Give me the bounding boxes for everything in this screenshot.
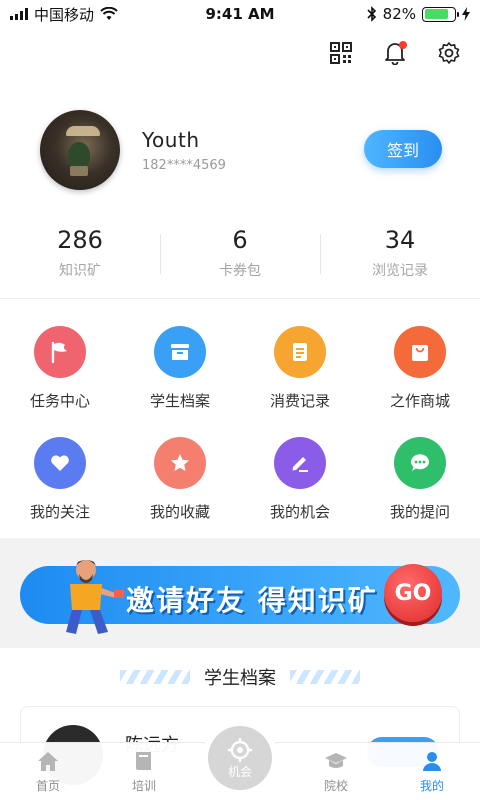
tab-label: 培训	[131, 779, 156, 793]
decorative-stripes	[290, 670, 360, 684]
section-heading: 学生档案	[0, 662, 480, 692]
shopping-bag-icon	[394, 326, 446, 378]
menu-label: 消费记录	[269, 392, 330, 410]
clock: 9:41 AM	[205, 5, 275, 23]
menu-item-consumption[interactable]: 消费记录	[240, 326, 360, 411]
inbox-icon	[154, 326, 206, 378]
decorative-stripes	[120, 670, 190, 684]
graduation-cap-icon	[325, 753, 347, 768]
home-icon	[38, 752, 58, 771]
menu-item-favorites[interactable]: 我的收藏	[120, 437, 240, 522]
header-actions	[328, 40, 462, 66]
bluetooth-icon	[367, 6, 376, 22]
user-icon	[423, 752, 441, 771]
stats-row: 286 知识矿 6 卡券包 34 浏览记录	[0, 226, 480, 286]
tab-label: 我的	[419, 779, 444, 793]
menu-item-following[interactable]: 我的关注	[0, 437, 120, 522]
chat-icon	[394, 437, 446, 489]
banner-text: 邀请好友 得知识矿	[126, 584, 378, 617]
section-title: 学生档案	[204, 668, 276, 689]
wifi-icon	[100, 7, 118, 20]
user-phone: 182****4569	[142, 157, 226, 173]
tab-home[interactable]: 首页	[0, 743, 96, 800]
stat-label: 浏览记录	[372, 263, 428, 279]
qr-code-icon[interactable]	[328, 40, 354, 66]
stat-value: 6	[232, 226, 248, 254]
stat-coupons[interactable]: 6 卡券包	[160, 226, 320, 286]
stat-history[interactable]: 34 浏览记录	[320, 226, 480, 286]
edit-icon	[274, 437, 326, 489]
menu-item-store[interactable]: 之作商城	[360, 326, 480, 411]
star-icon	[154, 437, 206, 489]
stat-value: 286	[57, 226, 103, 254]
menu-label: 任务中心	[29, 392, 90, 410]
tab-label: 机会	[227, 764, 252, 779]
signal-icon	[10, 8, 28, 20]
menu-item-questions[interactable]: 我的提问	[360, 437, 480, 522]
battery-icon	[422, 6, 459, 22]
target-icon	[228, 737, 252, 762]
stat-label: 知识矿	[59, 263, 101, 279]
menu-label: 之作商城	[389, 392, 450, 410]
menu-item-student-profile[interactable]: 学生档案	[120, 326, 240, 411]
status-bar: 中国移动 9:41 AM 82%	[0, 0, 480, 28]
user-name: Youth	[142, 127, 200, 152]
menu-item-tasks[interactable]: 任务中心	[0, 326, 120, 411]
stat-knowledge[interactable]: 286 知识矿	[0, 226, 160, 286]
flag-icon	[34, 326, 86, 378]
banner-area: 邀请好友 得知识矿 GO	[0, 538, 480, 648]
go-button[interactable]: GO	[384, 564, 442, 622]
menu-label: 我的机会	[269, 503, 330, 521]
menu-item-opportunities[interactable]: 我的机会	[240, 437, 360, 522]
menu-label: 学生档案	[149, 392, 210, 410]
avatar[interactable]	[40, 110, 120, 190]
tab-schools[interactable]: 院校	[288, 743, 384, 800]
clipboard-icon	[274, 326, 326, 378]
tab-label: 首页	[35, 779, 60, 793]
heart-icon	[34, 437, 86, 489]
menu-label: 我的收藏	[149, 503, 210, 521]
menu-grid: 任务中心 学生档案 消费记录 之作商城 我的关注 我的收藏 我的机会 我的提问	[0, 326, 480, 522]
book-icon	[136, 752, 151, 770]
person-illustration	[66, 560, 124, 634]
stat-label: 卡券包	[219, 263, 261, 279]
tab-opportunities[interactable]: 机会	[208, 726, 272, 790]
gear-icon[interactable]	[436, 40, 462, 66]
menu-label: 我的提问	[389, 503, 450, 521]
profile-section: Youth 182****4569 签到	[40, 110, 450, 190]
stat-value: 34	[384, 226, 416, 254]
battery-percent: 82%	[382, 5, 416, 23]
tab-training[interactable]: 培训	[96, 743, 192, 800]
tab-mine[interactable]: 我的	[384, 743, 480, 800]
tab-label: 院校	[323, 779, 348, 793]
divider	[0, 298, 480, 299]
invite-banner[interactable]: 邀请好友 得知识矿 GO	[20, 560, 460, 634]
notification-dot	[399, 41, 407, 49]
carrier-label: 中国移动	[34, 5, 95, 24]
bell-icon[interactable]	[382, 40, 408, 66]
signin-button[interactable]: 签到	[364, 130, 442, 168]
charging-icon	[462, 7, 470, 21]
menu-label: 我的关注	[29, 503, 90, 521]
